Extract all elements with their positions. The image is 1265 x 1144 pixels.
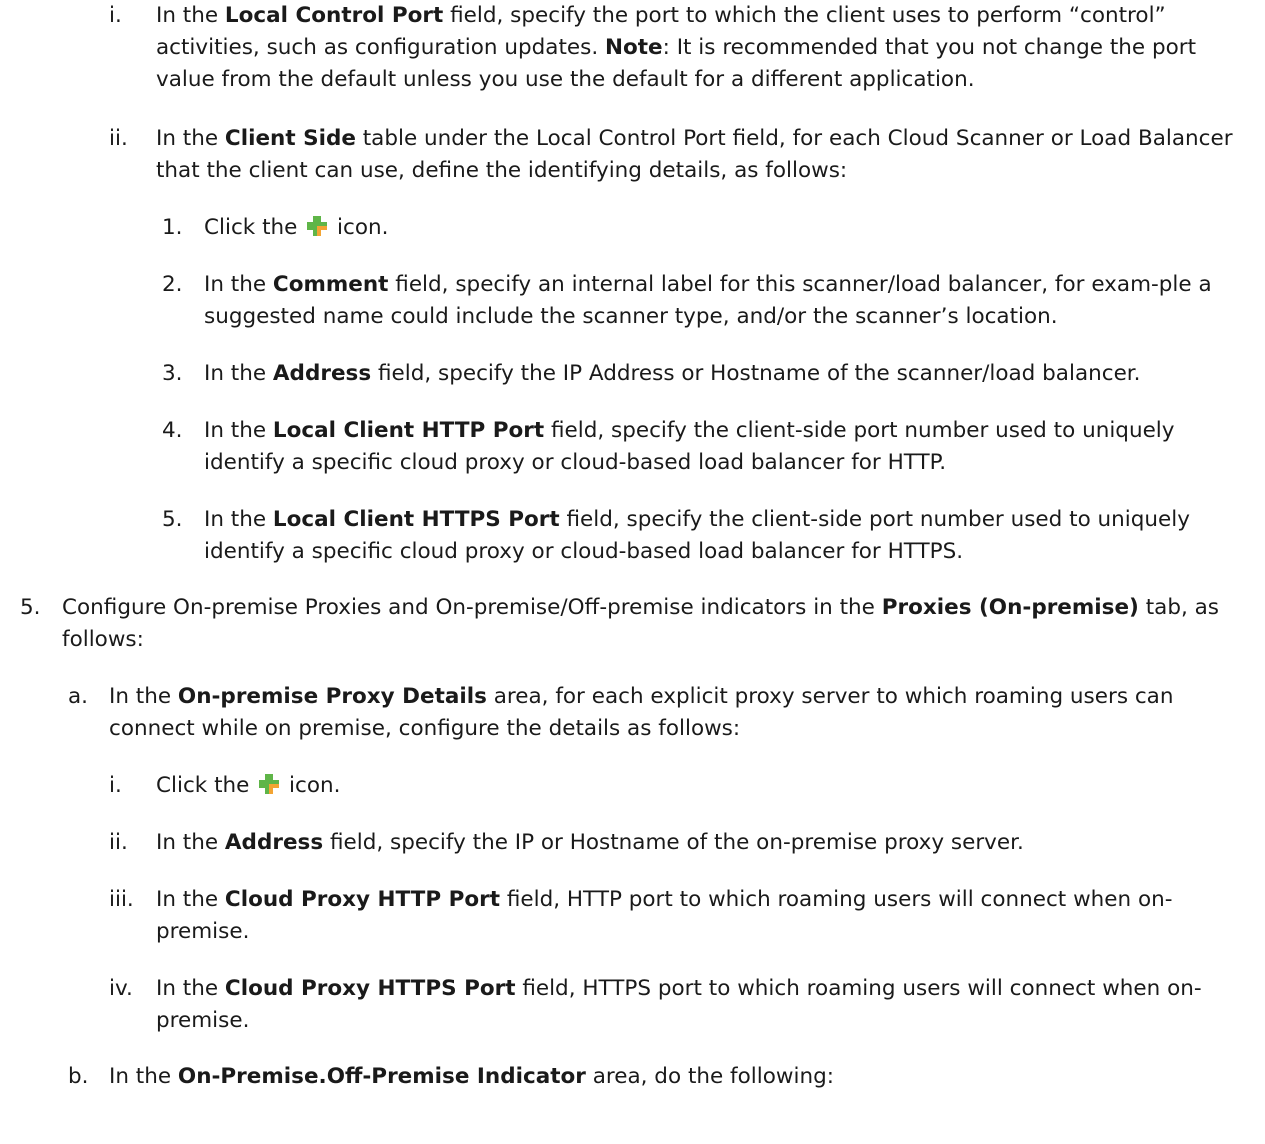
list-item: i. Click the icon. — [109, 770, 1251, 802]
item-number: i. — [109, 3, 122, 28]
list-item: 2. In the Comment field, specify an inte… — [162, 269, 1251, 333]
list-item: iii. In the Cloud Proxy HTTP Port field,… — [109, 884, 1251, 948]
list-item: ii. In the Client Side table under the L… — [109, 123, 1251, 187]
list-item: a. In the On-premise Proxy Details area,… — [68, 681, 1251, 745]
item-number: 2. — [162, 272, 183, 297]
document-page: i. In the Local Control Port field, spec… — [0, 0, 1265, 1144]
item-number: 1. — [162, 215, 183, 240]
list-item: b. In the On-Premise.Off-Premise Indicat… — [68, 1061, 1251, 1093]
list-item: 4. In the Local Client HTTP Port field, … — [162, 415, 1251, 479]
item-number: b. — [68, 1064, 89, 1089]
item-number: ii. — [109, 126, 128, 151]
add-plus-icon — [259, 774, 280, 794]
item-number: iii. — [109, 887, 134, 912]
item-number: 5. — [20, 595, 41, 620]
list-item: 1. Click the icon. — [162, 212, 1251, 244]
item-number: a. — [68, 684, 89, 709]
list-item: iv. In the Cloud Proxy HTTPS Port field,… — [109, 973, 1251, 1037]
item-number: 4. — [162, 418, 183, 443]
item-number: i. — [109, 773, 122, 798]
item-number: iv. — [109, 976, 133, 1001]
list-item: 5. Configure On-premise Proxies and On-p… — [20, 592, 1251, 656]
list-item: 5. In the Local Client HTTPS Port field,… — [162, 504, 1251, 568]
list-item: 3. In the Address field, specify the IP … — [162, 358, 1251, 390]
list-item: i. In the Local Control Port field, spec… — [109, 0, 1251, 96]
item-number: ii. — [109, 830, 128, 855]
list-item: ii. In the Address field, specify the IP… — [109, 827, 1251, 859]
item-number: 5. — [162, 507, 183, 532]
add-plus-icon — [307, 216, 328, 236]
item-number: 3. — [162, 361, 183, 386]
